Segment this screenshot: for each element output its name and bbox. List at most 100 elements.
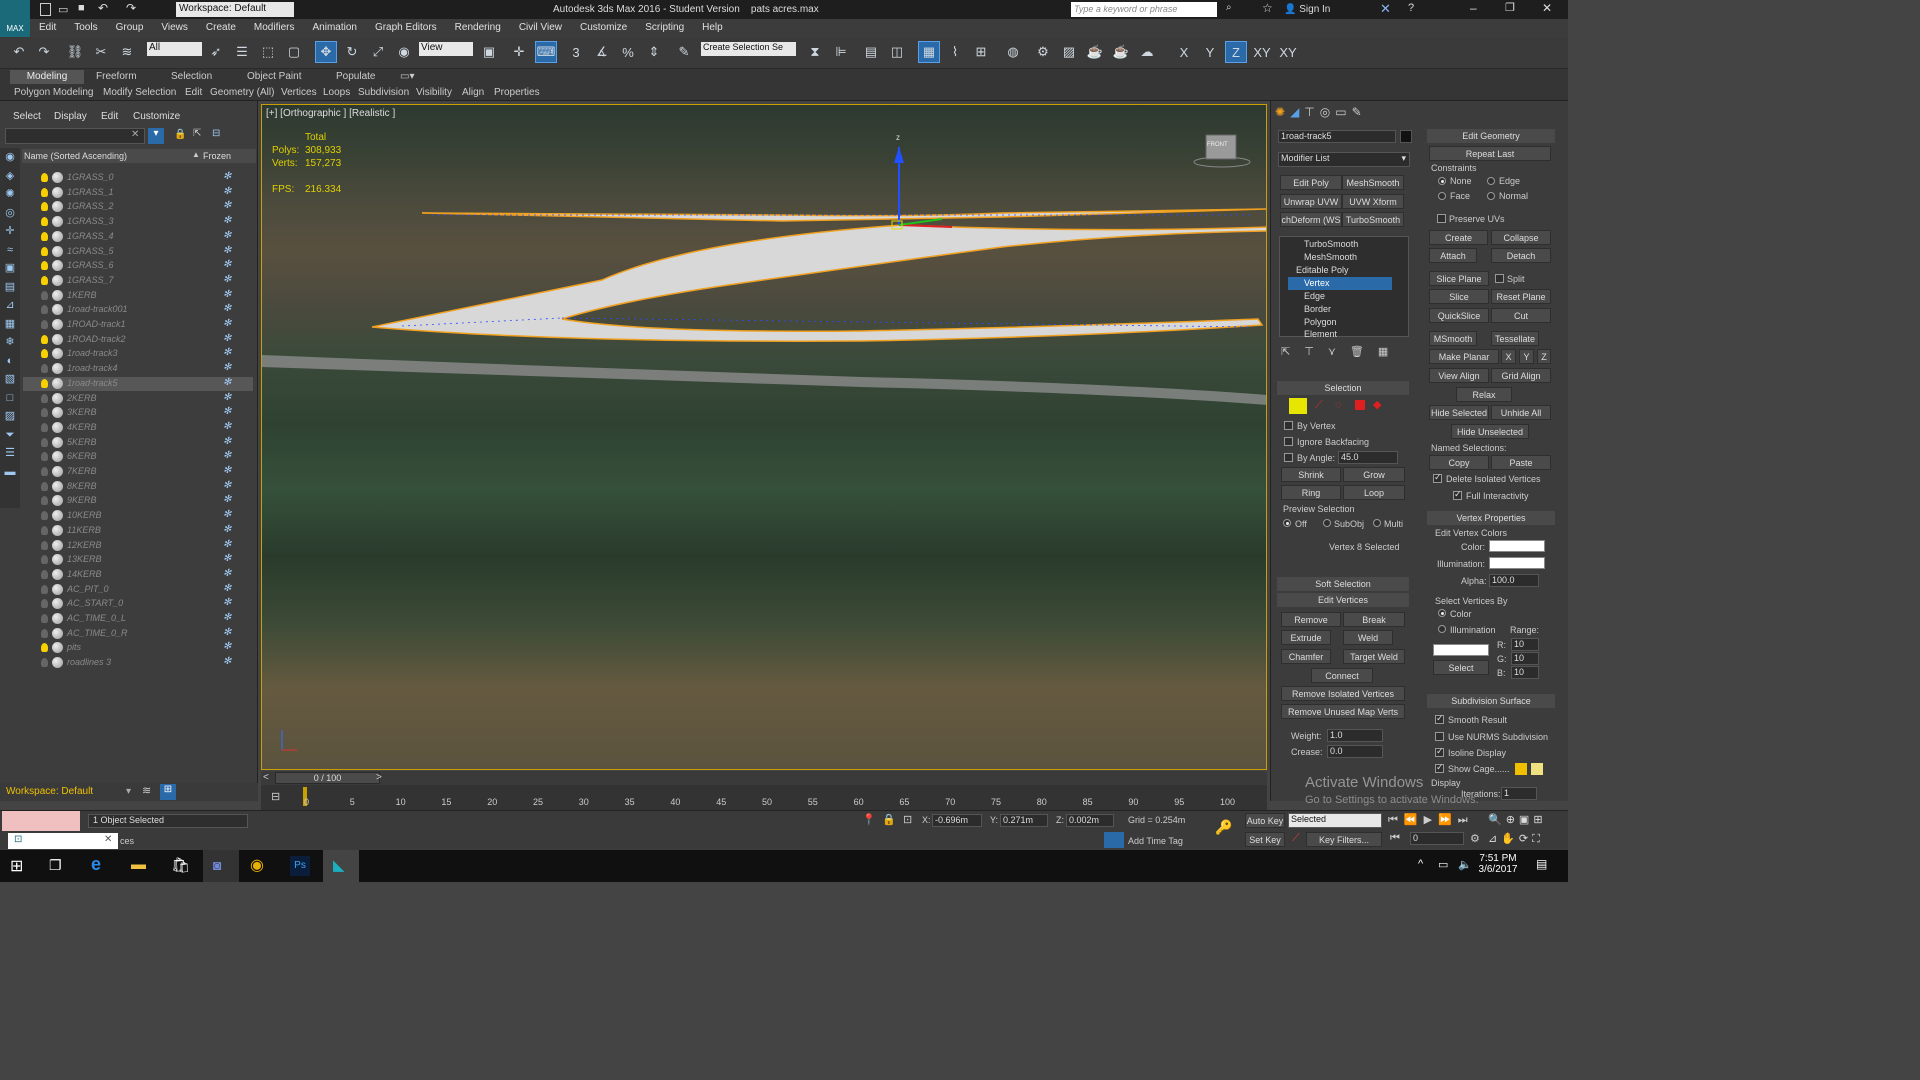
time-slider[interactable]: < 0 / 100 >: [261, 771, 1267, 785]
scene-object-row[interactable]: 5KERB ✻: [23, 436, 253, 451]
undo-icon[interactable]: ↶: [8, 41, 30, 63]
vertex-mode-icon[interactable]: [1289, 398, 1307, 414]
scene-object-row[interactable]: roadlines 3 ✻: [23, 656, 253, 671]
object-name-field[interactable]: 1road-track5: [1278, 130, 1396, 143]
visibility-bulb-icon[interactable]: [41, 614, 48, 623]
visibility-bulb-icon[interactable]: [41, 481, 48, 491]
select-object-icon[interactable]: ➶: [205, 41, 227, 63]
utilities-tab-icon[interactable]: ✎: [1352, 105, 1367, 119]
ignore-backfacing-checkbox[interactable]: [1284, 437, 1293, 446]
visibility-bulb-icon[interactable]: [41, 643, 48, 653]
material-editor-icon[interactable]: ◍: [1002, 41, 1024, 63]
track-bar[interactable]: ⊟ 0 5 10 15 20 25 30 35 40 45 50 55 60 65 70 75 80 85 90 95…: [261, 785, 1267, 810]
visibility-bulb-icon[interactable]: [41, 452, 48, 462]
scene-object-row[interactable]: 1KERB ✻: [23, 289, 253, 304]
by-angle-spinner[interactable]: 45.0: [1338, 451, 1398, 464]
visibility-bulb-icon[interactable]: [41, 305, 48, 315]
visibility-bulb-icon[interactable]: [41, 202, 48, 212]
explorer-menu-customize[interactable]: Customize: [133, 111, 180, 122]
edge-browser-icon[interactable]: e: [91, 854, 101, 875]
motion-tab-icon[interactable]: ◎: [1320, 105, 1335, 119]
menu-civil-view[interactable]: Civil View: [510, 19, 571, 36]
freeze-toggle-icon[interactable]: ✻: [223, 392, 231, 403]
freeze-toggle-icon[interactable]: ✻: [223, 553, 231, 564]
time-slider-thumb[interactable]: 0 / 100: [275, 772, 380, 784]
modify-tab-icon[interactable]: ◢: [1290, 105, 1304, 119]
window-crossing-icon[interactable]: ▢: [283, 41, 305, 63]
connect-button[interactable]: Connect: [1311, 668, 1373, 683]
minimize-button[interactable]: –: [1470, 1, 1477, 15]
preserve-uvs-checkbox[interactable]: [1437, 214, 1446, 223]
preview-off-radio[interactable]: [1283, 519, 1291, 527]
constraint-none-radio[interactable]: [1438, 177, 1446, 185]
scene-object-row[interactable]: 14KERB ✻: [23, 568, 253, 583]
align-icon[interactable]: ⊫: [830, 41, 852, 63]
delete-isolated-checkbox[interactable]: [1433, 472, 1442, 483]
stack-item-border[interactable]: Border: [1304, 304, 1331, 314]
fov-icon[interactable]: ⊿: [1488, 833, 1501, 845]
freeze-toggle-icon[interactable]: ✻: [223, 377, 231, 388]
play-icon[interactable]: ▶: [1424, 814, 1438, 826]
scene-object-row[interactable]: 7KERB ✻: [23, 465, 253, 480]
scene-object-row[interactable]: 1road-track5 ✻: [23, 376, 253, 392]
menu-tools[interactable]: Tools: [65, 19, 106, 36]
freeze-toggle-icon[interactable]: ✻: [223, 450, 231, 461]
prev-frame-icon[interactable]: ⏪: [1404, 814, 1424, 826]
vertex-properties-rollout-header[interactable]: Vertex Properties: [1427, 511, 1555, 525]
visibility-bulb-icon[interactable]: [41, 349, 48, 359]
by-vertex-checkbox[interactable]: [1284, 421, 1293, 430]
freeze-toggle-icon[interactable]: ✻: [223, 406, 231, 417]
select-by-name-icon[interactable]: ☰: [231, 41, 253, 63]
display-spacewarps-icon[interactable]: ≈: [0, 241, 20, 260]
freeze-toggle-icon[interactable]: ✻: [223, 656, 231, 667]
alpha-spinner[interactable]: 100.0: [1489, 574, 1539, 587]
visibility-bulb-icon[interactable]: [41, 540, 48, 550]
visibility-bulb-icon[interactable]: [41, 628, 48, 638]
freeze-toggle-icon[interactable]: ✻: [223, 362, 231, 373]
freeze-toggle-icon[interactable]: ✻: [223, 436, 231, 447]
repeat-last-button[interactable]: Repeat Last: [1429, 146, 1551, 161]
set-key-icon[interactable]: ⟋: [1292, 832, 1300, 845]
msmooth-button[interactable]: MSmooth: [1429, 331, 1477, 346]
crease-spinner[interactable]: 0.0: [1327, 745, 1383, 758]
freeze-toggle-icon[interactable]: ✻: [223, 215, 231, 226]
zoom-extents-all-icon[interactable]: ⊞: [1533, 814, 1546, 826]
explorer-mode-icon[interactable]: ⊞: [160, 784, 176, 800]
slice-button[interactable]: Slice: [1429, 289, 1489, 304]
menu-customize[interactable]: Customize: [571, 19, 636, 36]
display-invert-icon[interactable]: ▨: [0, 407, 20, 426]
remove-modifier-icon[interactable]: 🗑: [1350, 346, 1378, 358]
explorer-workspace-label[interactable]: Workspace: Default: [6, 786, 93, 797]
uvw-xform-button[interactable]: UVW Xform: [1342, 194, 1404, 209]
menu-help[interactable]: Help: [693, 19, 732, 36]
display-helpers-icon[interactable]: ✛: [0, 222, 20, 241]
use-nurms-checkbox[interactable]: [1435, 732, 1444, 741]
quick-access-save-icon[interactable]: ■: [78, 2, 85, 14]
named-selection-set-dropdown[interactable]: Create Selection Se: [701, 42, 796, 56]
hide-unselected-button[interactable]: Hide Unselected: [1451, 424, 1529, 439]
edge-mode-icon[interactable]: ⟋: [1315, 399, 1323, 412]
full-interactivity-checkbox[interactable]: [1453, 489, 1462, 500]
star-icon[interactable]: ☆: [1262, 1, 1273, 15]
ribbon-tab-populate[interactable]: Populate: [336, 71, 375, 82]
visibility-bulb-icon[interactable]: [41, 187, 48, 197]
stack-item-polygon[interactable]: Polygon: [1304, 317, 1337, 327]
freeze-toggle-icon[interactable]: ✻: [223, 289, 231, 300]
visibility-bulb-icon[interactable]: [41, 569, 48, 579]
create-tab-icon[interactable]: ✺: [1275, 105, 1290, 119]
make-unique-icon[interactable]: ⋎: [1328, 346, 1350, 358]
skindeform-button[interactable]: chDeform (WS: [1280, 212, 1342, 227]
auto-key-button[interactable]: Auto Key: [1245, 813, 1285, 828]
visibility-bulb-icon[interactable]: [41, 275, 48, 285]
show-cage-checkbox[interactable]: [1435, 762, 1444, 773]
unlink-icon[interactable]: ✂: [90, 41, 112, 63]
iterations-spinner[interactable]: 1: [1501, 787, 1537, 800]
ring-button[interactable]: Ring: [1281, 485, 1341, 500]
viewcube-face-label[interactable]: FRONT: [1207, 142, 1228, 148]
range-r-spinner[interactable]: 10: [1511, 638, 1539, 651]
select-color-swatch[interactable]: [1433, 644, 1489, 656]
show-end-result-icon[interactable]: ⊤: [1304, 346, 1328, 358]
selection-lock-icon[interactable]: 🔒: [882, 813, 896, 826]
freeze-toggle-icon[interactable]: ✻: [223, 465, 231, 476]
scene-object-row[interactable]: 3KERB ✻: [23, 406, 253, 421]
